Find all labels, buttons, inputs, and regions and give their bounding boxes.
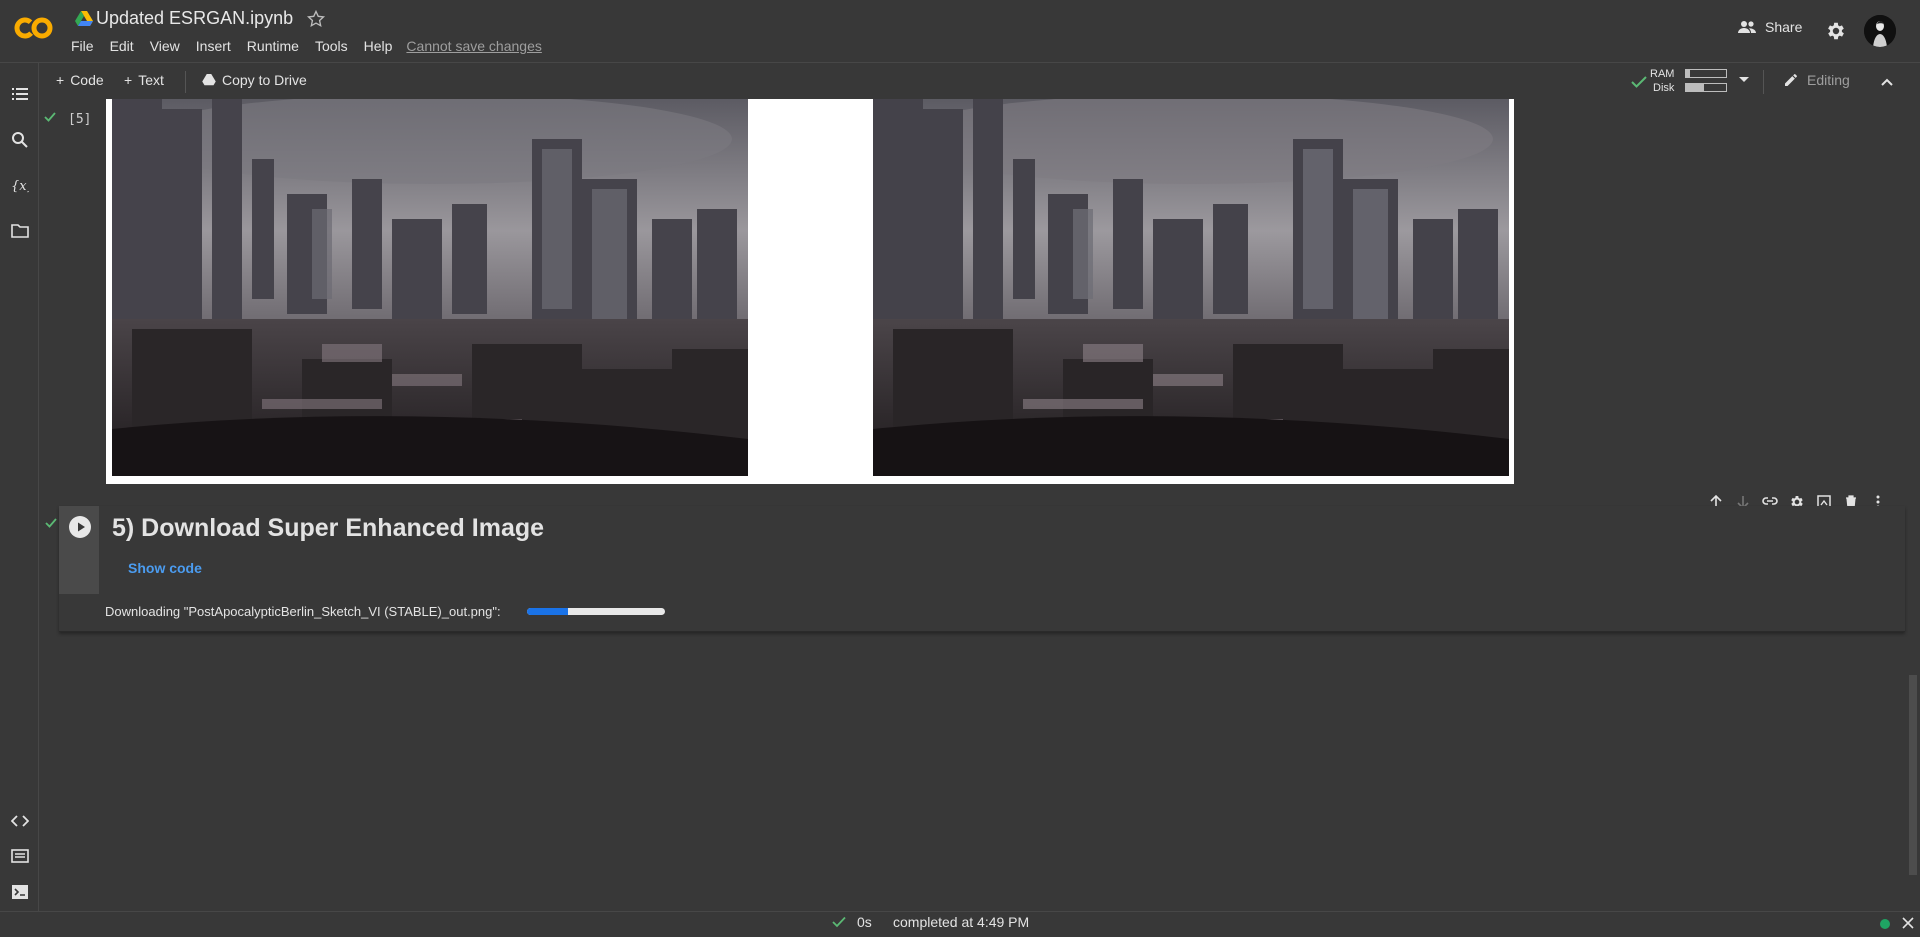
add-code-label: Code: [70, 72, 104, 88]
disk-label: Disk: [1653, 82, 1675, 94]
copy-to-drive-label: Copy to Drive: [222, 72, 307, 88]
user-avatar[interactable]: [1864, 15, 1896, 47]
menu-bar: File Edit View Insert Runtime Tools Help…: [68, 38, 542, 54]
table-of-contents-icon[interactable]: [11, 85, 29, 103]
folder-icon[interactable]: [11, 222, 29, 240]
cell-run-success-icon: [45, 518, 57, 528]
code-snippets-icon[interactable]: [11, 812, 29, 830]
plus-icon: +: [124, 72, 133, 88]
execution-status-message[interactable]: completed at 4:49 PM: [893, 914, 1029, 930]
ram-usage-fill: [1686, 70, 1690, 77]
original-image: [112, 99, 748, 476]
left-sidebar: {x}: [0, 63, 39, 911]
gear-icon[interactable]: [1825, 20, 1847, 42]
star-icon[interactable]: [306, 9, 326, 29]
variables-icon[interactable]: {x}: [11, 176, 29, 194]
google-drive-icon: [75, 11, 93, 27]
ram-usage-meter[interactable]: [1685, 69, 1727, 78]
command-palette-icon[interactable]: [11, 847, 29, 865]
disk-usage-fill: [1686, 84, 1704, 91]
execution-success-icon: [832, 916, 846, 928]
connection-status-dot[interactable]: [1880, 919, 1890, 929]
cell-output-images: [106, 99, 1514, 484]
ram-label: RAM: [1650, 68, 1675, 80]
share-button[interactable]: Share: [1737, 19, 1802, 35]
menu-runtime[interactable]: Runtime: [239, 38, 307, 54]
cell-heading: 5) Download Super Enhanced Image: [112, 514, 545, 542]
cell-run-success-icon: [44, 112, 56, 122]
plus-icon: +: [56, 72, 65, 88]
disk-usage-meter[interactable]: [1685, 83, 1727, 92]
drive-outline-icon: [202, 74, 216, 86]
resources-dropdown-icon[interactable]: [1738, 76, 1750, 84]
menu-help[interactable]: Help: [356, 38, 401, 54]
download-status-text: Downloading "PostApocalypticBerlin_Sketc…: [105, 604, 501, 619]
menu-edit[interactable]: Edit: [102, 38, 142, 54]
copy-to-drive-button[interactable]: Copy to Drive: [202, 72, 307, 88]
enhanced-image: [873, 99, 1509, 476]
download-progress-fill: [527, 608, 569, 615]
search-icon[interactable]: [11, 131, 29, 149]
notebook-title[interactable]: Updated ESRGAN.ipynb: [96, 8, 293, 29]
menu-view[interactable]: View: [142, 38, 188, 54]
menu-tools[interactable]: Tools: [307, 38, 356, 54]
connected-check-icon: [1631, 75, 1647, 89]
show-code-link[interactable]: Show code: [128, 560, 202, 576]
toolbar-divider: [185, 71, 186, 93]
menu-file[interactable]: File: [68, 38, 102, 54]
run-cell-button[interactable]: [69, 516, 91, 538]
share-label: Share: [1765, 19, 1803, 35]
chevron-up-icon[interactable]: [1879, 74, 1895, 90]
toolbar-divider: [1763, 70, 1764, 94]
pencil-icon: [1785, 74, 1797, 86]
people-icon: [1738, 21, 1756, 33]
add-code-cell-button[interactable]: + Code: [56, 72, 104, 88]
terminal-icon[interactable]: [11, 883, 29, 901]
notebook-scrollbar[interactable]: [1909, 675, 1917, 875]
add-text-label: Text: [138, 72, 164, 88]
play-icon: [78, 522, 85, 532]
editing-label: Editing: [1807, 72, 1850, 88]
menu-insert[interactable]: Insert: [188, 38, 239, 54]
svg-text:{x}: {x}: [11, 179, 29, 194]
close-icon[interactable]: [1902, 917, 1914, 929]
execution-count: [5]: [68, 112, 92, 127]
save-status-link[interactable]: Cannot save changes: [406, 38, 541, 54]
editing-mode-button[interactable]: Editing: [1783, 72, 1850, 88]
download-progress-bar: [527, 608, 665, 615]
execution-elapsed: 0s: [857, 914, 872, 930]
colab-logo[interactable]: [14, 14, 54, 42]
add-text-cell-button[interactable]: + Text: [124, 72, 164, 88]
